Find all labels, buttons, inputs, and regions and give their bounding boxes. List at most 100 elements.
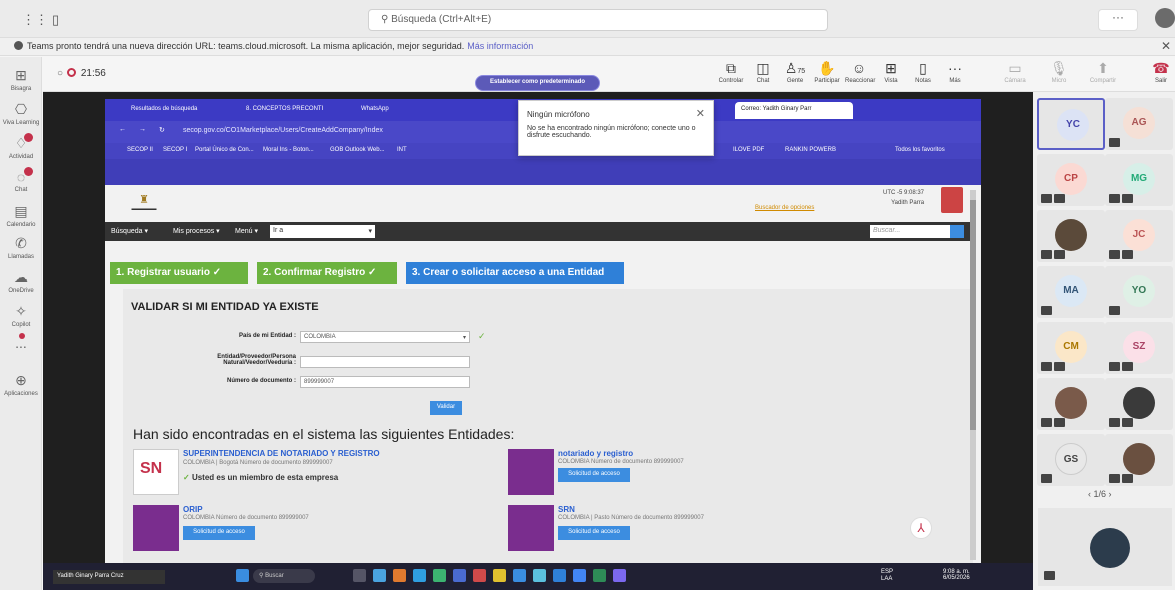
bookmark[interactable]: ILOVE PDF [733, 147, 764, 153]
more-button[interactable]: ··· Más [941, 60, 969, 84]
bookmark[interactable]: RANKIN POWERB [785, 147, 836, 153]
participant-tile[interactable]: GS [1037, 434, 1105, 486]
nav-busqueda[interactable]: Búsqueda ▾ [111, 227, 148, 235]
language-indicator[interactable]: ESP LAA [881, 569, 899, 583]
rail-item-more[interactable]: ... [0, 333, 42, 353]
view-button[interactable]: ⊞ Vista [877, 60, 905, 84]
close-icon[interactable]: ✕ [1161, 39, 1171, 53]
taskbar-search[interactable]: ⚲ Buscar [253, 569, 315, 583]
participant-tile[interactable]: SZ [1105, 322, 1173, 374]
browser-tab[interactable]: 8. CONCEPTOS PRECONTI [240, 102, 350, 119]
bookmark[interactable]: Portal Único de Con... [195, 147, 254, 153]
app-icon[interactable] [433, 569, 446, 582]
reload-icon[interactable]: ↻ [159, 126, 165, 134]
entity-name[interactable]: SUPERINTENDENCIA DE NOTARIADO Y REGISTRO [183, 449, 380, 458]
windows-start-icon[interactable] [236, 569, 249, 582]
entity-name[interactable]: ORIP [183, 505, 203, 514]
secop-search-input[interactable]: Buscar... [870, 225, 950, 238]
entity-name[interactable]: notariado y registro [558, 449, 633, 458]
participant-tile[interactable]: YO [1105, 266, 1173, 318]
bookmark[interactable]: INT [397, 147, 407, 153]
help-link[interactable]: Buscador de opciones [755, 205, 814, 211]
rail-item-onedrive[interactable]: ☁ OneDrive [0, 269, 42, 294]
participate-button[interactable]: ✋ Participar [813, 60, 841, 84]
browser-tab[interactable]: WhatsApp [355, 102, 465, 119]
more-options-button[interactable]: ··· [1098, 9, 1138, 31]
entity-name-input[interactable] [300, 356, 470, 368]
chrome-icon[interactable] [573, 569, 586, 582]
nav-menu[interactable]: Menú ▾ [235, 227, 258, 235]
participant-tile[interactable]: MA [1037, 266, 1105, 318]
bookmark[interactable]: SECOP II [127, 147, 153, 153]
rail-item-apps[interactable]: ⊕ Aplicaciones [0, 372, 42, 397]
grid-icon[interactable]: ⋮⋮ [22, 12, 48, 28]
back-icon[interactable]: ← [119, 126, 126, 133]
share-button[interactable]: ⬆ Compartir [1089, 60, 1117, 84]
document-number-input[interactable]: 899999007 [300, 376, 470, 388]
ir-a-select[interactable]: Ir a ▾ [270, 225, 375, 238]
app-icon[interactable] [513, 569, 526, 582]
people-button[interactable]: ♙75 Gente [781, 60, 809, 84]
app-icon[interactable] [453, 569, 466, 582]
set-default-button[interactable]: Establecer como predeterminado [475, 75, 600, 91]
control-button[interactable]: ⧉ Controlar [717, 60, 745, 84]
rail-item-calls[interactable]: ✆ Llamadas [0, 235, 42, 260]
participant-tile[interactable]: CM [1037, 322, 1105, 374]
request-access-button[interactable]: Solicitud de acceso [558, 468, 630, 482]
nav-mis-procesos[interactable]: Mis procesos ▾ [173, 227, 220, 235]
participant-tile[interactable] [1037, 210, 1105, 262]
mic-button[interactable]: 🎙 Micro [1045, 60, 1073, 84]
leave-button[interactable]: ☎ Salir [1148, 60, 1174, 84]
app-icon[interactable] [393, 569, 406, 582]
rail-item-chat[interactable]: ◌ Chat [0, 167, 42, 193]
notes-button[interactable]: ▯ Notas [909, 60, 937, 84]
rail-item-calendar[interactable]: ▤ Calendario [0, 203, 42, 228]
app-icon[interactable] [553, 569, 566, 582]
request-access-button[interactable]: Solicitud de acceso [558, 526, 630, 540]
app-icon[interactable] [493, 569, 506, 582]
participant-tile[interactable] [1037, 378, 1105, 430]
taskbar-clock[interactable]: 9:08 a. m. 6/05/2026 [943, 569, 970, 581]
avatar[interactable] [1155, 8, 1175, 28]
chat-button[interactable]: ◫ Chat [749, 60, 777, 84]
participants-pager[interactable]: ‹ 1/6 › [1088, 489, 1112, 499]
app-icon[interactable] [593, 569, 606, 582]
participant-tile[interactable]: CP [1037, 154, 1105, 206]
rail-item-viva-learning[interactable]: ⎔ Viva Learning [0, 101, 42, 126]
bookmark[interactable]: Moral Ins - Boton... [263, 147, 314, 153]
participant-tile[interactable] [1105, 434, 1173, 486]
edge-icon[interactable] [413, 569, 426, 582]
app-icon[interactable] [473, 569, 486, 582]
url-text[interactable]: secop.gov.co/CO1Marketplace/Users/Create… [183, 127, 383, 134]
forward-icon[interactable]: → [139, 126, 146, 133]
participant-tile[interactable]: JC [1105, 210, 1173, 262]
sidebar-toggle-icon[interactable]: ▯ [52, 12, 59, 28]
entity-name[interactable]: SRN [558, 505, 575, 514]
rail-item-copilot[interactable]: ✧ Copilot [0, 303, 42, 328]
app-icon[interactable] [533, 569, 546, 582]
participant-tile[interactable]: MG [1105, 154, 1173, 206]
teams-icon[interactable] [613, 569, 626, 582]
app-icon[interactable] [373, 569, 386, 582]
pdf-icon[interactable]: ⅄ [910, 517, 932, 539]
bookmark[interactable]: GOB Outlook Web... [330, 147, 385, 153]
close-icon[interactable]: ✕ [696, 107, 705, 120]
avatar[interactable] [941, 187, 963, 213]
bookmark[interactable]: SECOP I [163, 147, 187, 153]
search-icon[interactable] [950, 225, 964, 238]
search-input[interactable]: ⚲ Búsqueda (Ctrl+Alt+E) [368, 9, 828, 31]
browser-tab[interactable]: Resultados de búsqueda [125, 102, 235, 119]
validate-button[interactable]: Validar [430, 401, 462, 415]
notice-link[interactable]: Más información [467, 41, 533, 51]
rail-item-bisagra[interactable]: ⊞ Bisagra [0, 67, 42, 92]
participant-tile[interactable]: AG [1105, 98, 1173, 150]
participant-tile[interactable]: YC [1037, 98, 1105, 150]
request-access-button[interactable]: Solicitud de acceso [183, 526, 255, 540]
widgets-icon[interactable] [353, 569, 366, 582]
react-button[interactable]: ☺ Reaccionar [845, 60, 875, 84]
scrollbar-thumb[interactable] [970, 200, 976, 430]
rail-item-activity[interactable]: ♢ Actividad [0, 133, 42, 160]
user-menu[interactable]: Yadith Parra [883, 200, 924, 206]
country-select[interactable]: COLOMBIA ▾ [300, 331, 470, 343]
bookmark[interactable]: Todos los favoritos [895, 147, 945, 153]
